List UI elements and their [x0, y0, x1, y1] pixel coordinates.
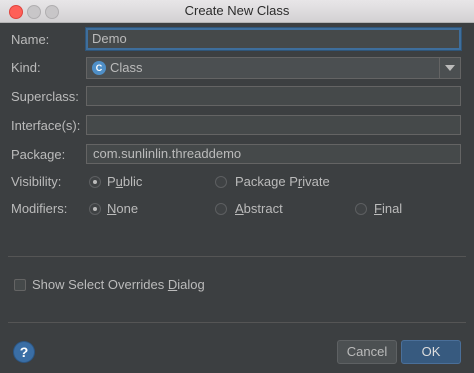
- kind-select[interactable]: C Class: [86, 57, 461, 79]
- modifier-final-text-post: inal: [381, 201, 403, 216]
- visibility-public-mnemonic: u: [115, 174, 123, 189]
- visibility-label: Visibility:: [11, 174, 62, 189]
- modifiers-label: Modifiers:: [11, 201, 68, 216]
- modifier-none-mnemonic: N: [107, 201, 117, 216]
- modifier-abstract-label[interactable]: Abstract: [235, 201, 283, 216]
- superclass-label: Superclass:: [11, 89, 79, 104]
- show-overrides-label[interactable]: Show Select Overrides Dialog: [32, 277, 205, 292]
- show-overrides-checkbox[interactable]: [14, 279, 26, 291]
- modifier-final-radio[interactable]: [355, 203, 367, 215]
- interfaces-input[interactable]: [86, 115, 461, 135]
- class-icon: C: [92, 61, 106, 75]
- cancel-button[interactable]: Cancel: [337, 340, 397, 364]
- visibility-public-radio[interactable]: [89, 176, 101, 188]
- visibility-public-label[interactable]: Public: [107, 174, 142, 189]
- visibility-package-private-label[interactable]: Package Private: [235, 174, 330, 189]
- package-input[interactable]: com.sunlinlin.threaddemo: [86, 144, 461, 164]
- modifier-final-label[interactable]: Final: [374, 201, 402, 216]
- chevron-down-icon: [445, 65, 455, 71]
- name-label: Name:: [11, 32, 50, 47]
- window-title: Create New Class: [184, 3, 290, 18]
- modifier-final-mnemonic: F: [374, 201, 382, 216]
- show-overrides-mnemonic: D: [167, 277, 178, 292]
- modifier-none-radio[interactable]: [89, 203, 101, 215]
- section-divider: [8, 256, 466, 257]
- help-icon[interactable]: ?: [14, 342, 34, 362]
- footer-divider: [8, 322, 466, 323]
- kind-value: Class: [110, 60, 143, 75]
- modifier-none-label[interactable]: None: [107, 201, 138, 216]
- ok-button[interactable]: OK: [401, 340, 461, 364]
- title-bar: Create New Class: [0, 0, 474, 23]
- modifier-abstract-mnemonic: A: [235, 201, 244, 216]
- superclass-input[interactable]: [86, 86, 461, 106]
- kind-dropdown-button[interactable]: [439, 58, 460, 78]
- visibility-package-private-text-post: ivate: [302, 174, 330, 189]
- visibility-package-private-radio[interactable]: [215, 176, 227, 188]
- modifier-abstract-radio[interactable]: [215, 203, 227, 215]
- show-overrides-text-post: ialog: [177, 277, 205, 292]
- kind-label: Kind:: [11, 60, 41, 75]
- interfaces-label: Interface(s):: [11, 118, 81, 133]
- package-label: Package:: [11, 147, 66, 162]
- show-overrides-text-pre: Show Select Overrides: [32, 277, 168, 292]
- modifier-none-text-post: one: [116, 201, 139, 216]
- modifier-abstract-text-post: bstract: [243, 201, 283, 216]
- visibility-public-text-pre: P: [107, 174, 116, 189]
- visibility-package-private-text-pre: Package P: [235, 174, 298, 189]
- name-input[interactable]: Demo: [86, 28, 461, 50]
- visibility-public-text-post: blic: [122, 174, 143, 189]
